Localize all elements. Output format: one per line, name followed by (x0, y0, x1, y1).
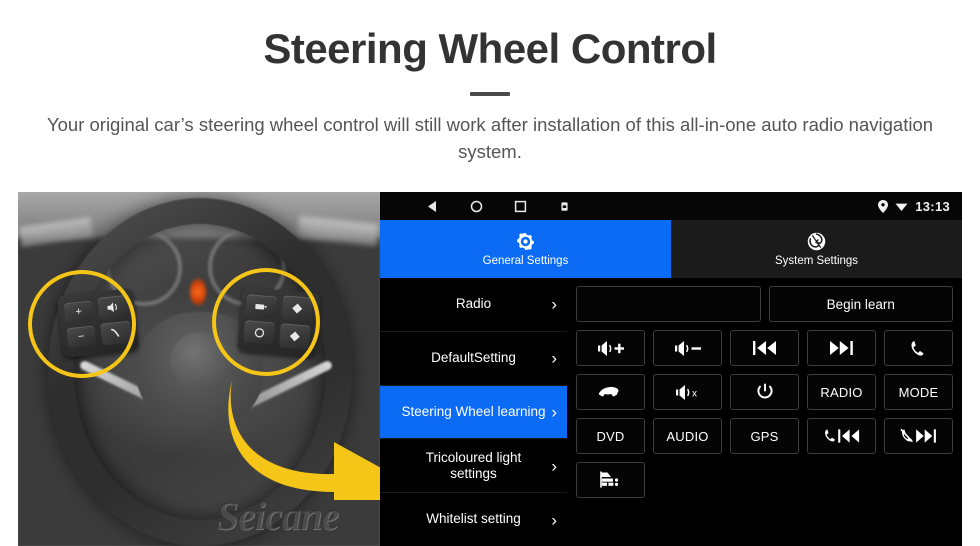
mode-button-label: MODE (898, 384, 939, 400)
page-root: Steering Wheel Control Your original car… (0, 0, 980, 546)
panel-row-top: Begin learn (576, 286, 953, 322)
car-icon (599, 470, 623, 490)
pointing-arrow (222, 380, 380, 526)
page-title: Steering Wheel Control (263, 25, 717, 72)
dvd-button[interactable]: DVD (576, 418, 645, 454)
phone-prev-icon (823, 428, 861, 444)
content-band: + − Seicane 13:13 General Settings Syste… (0, 192, 980, 546)
phone-icon (909, 339, 928, 358)
previous-track-button[interactable] (730, 330, 799, 366)
menu-item-whitelist-setting-label: Whitelist setting (426, 511, 521, 527)
swirl-logo-icon (806, 231, 827, 252)
car-settings-button[interactable] (576, 462, 645, 498)
chevron-right-icon: › (551, 402, 557, 422)
volume-down-button[interactable] (653, 330, 722, 366)
power-button[interactable] (730, 374, 799, 410)
dvd-button-label: DVD (596, 428, 625, 444)
learn-status-input[interactable] (576, 286, 761, 322)
tab-general-settings-label: General Settings (482, 255, 569, 267)
recents-icon[interactable] (512, 198, 528, 214)
steering-wheel-learning-panel: Begin learn x RADIO MODE DVD AUDIO GPS (567, 278, 962, 546)
page-header: Steering Wheel Control Your original car… (0, 0, 980, 166)
audio-button-label: AUDIO (666, 428, 709, 444)
prev-track-icon (752, 340, 778, 356)
status-bar-clock: 13:13 (915, 198, 950, 214)
menu-item-tricoloured-light-settings-label: Tricoloured light settings (425, 449, 522, 481)
steering-wheel-photo: + − Seicane (18, 192, 380, 546)
menu-item-steering-wheel-learning[interactable]: Steering Wheel learning › (380, 385, 567, 440)
chevron-right-icon: › (551, 510, 557, 530)
status-indicators: 13:13 (878, 192, 950, 220)
screenshot-icon[interactable] (556, 198, 572, 214)
radio-button[interactable]: RADIO (807, 374, 876, 410)
android-nav-bar (424, 198, 572, 214)
phone-off-next-icon (900, 428, 938, 444)
volume-up-button[interactable] (576, 330, 645, 366)
settings-menu-list: Radio › DefaultSetting › Steering Wheel … (380, 278, 567, 546)
settings-body: Radio › DefaultSetting › Steering Wheel … (380, 278, 962, 546)
svg-text:x: x (692, 388, 697, 399)
audio-button[interactable]: AUDIO (653, 418, 722, 454)
menu-item-steering-wheel-learning-label: Steering Wheel learning (401, 403, 546, 419)
phone-hangup-icon (598, 385, 624, 399)
menu-item-defaultsetting-label: DefaultSetting (431, 350, 516, 366)
mode-button[interactable]: MODE (884, 374, 953, 410)
page-subtitle: Your original car’s steering wheel contr… (46, 114, 934, 162)
gps-button[interactable]: GPS (730, 418, 799, 454)
head-unit-screen: 13:13 General Settings System Settings R… (380, 192, 962, 546)
next-track-icon (829, 340, 855, 356)
chevron-right-icon: › (551, 294, 557, 314)
menu-item-whitelist-setting[interactable]: Whitelist setting › (380, 493, 567, 546)
panel-row-4 (576, 462, 953, 498)
location-pin-icon (878, 199, 889, 213)
title-divider (470, 92, 510, 97)
begin-learn-button[interactable]: Begin learn (768, 286, 953, 322)
back-icon[interactable] (424, 198, 440, 214)
home-icon[interactable] (468, 198, 484, 214)
next-track-button[interactable] (807, 330, 876, 366)
callend-next-button[interactable] (884, 418, 953, 454)
volume-mute-icon: x (675, 384, 701, 401)
panel-row-1 (576, 330, 953, 366)
brand-watermark: Seicane (216, 493, 339, 538)
tab-system-settings[interactable]: System Settings (671, 220, 962, 278)
call-answer-button[interactable] (884, 330, 953, 366)
radio-button-label: RADIO (820, 384, 863, 400)
call-previous-button[interactable] (807, 418, 876, 454)
left-steering-controls-highlight (28, 270, 136, 378)
menu-item-tricoloured-light-settings[interactable]: Tricoloured light settings › (380, 439, 567, 494)
call-hangup-button[interactable] (576, 374, 645, 410)
volume-minus-icon (674, 340, 702, 357)
gear-icon (515, 231, 536, 252)
wifi-icon (895, 201, 908, 212)
chevron-right-icon: › (551, 348, 557, 368)
settings-tab-bar: General Settings System Settings (380, 220, 962, 278)
power-icon (756, 383, 774, 402)
chevron-right-icon: › (551, 456, 557, 476)
right-steering-controls-highlight (212, 268, 320, 376)
menu-item-radio[interactable]: Radio › (380, 278, 567, 332)
gps-button-label: GPS (750, 428, 779, 444)
panel-row-3: DVD AUDIO GPS (576, 418, 953, 454)
volume-plus-icon (597, 340, 625, 357)
android-status-bar: 13:13 (380, 192, 962, 220)
tab-system-settings-label: System Settings (774, 255, 859, 267)
menu-item-defaultsetting[interactable]: DefaultSetting › (380, 332, 567, 386)
mute-button[interactable]: x (653, 374, 722, 410)
menu-item-radio-label: Radio (455, 296, 492, 312)
tab-general-settings[interactable]: General Settings (380, 220, 671, 278)
panel-row-2: x RADIO MODE (576, 374, 953, 410)
